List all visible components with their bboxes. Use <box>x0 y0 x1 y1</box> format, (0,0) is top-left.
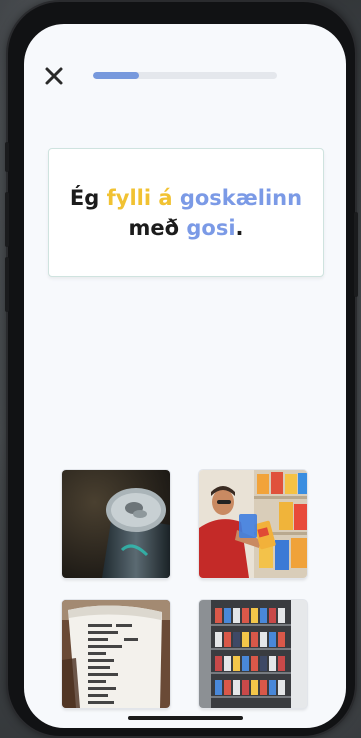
stocking-shelf-image <box>199 470 307 578</box>
lesson-progress-bar <box>93 72 277 79</box>
sentence-word <box>173 186 180 210</box>
sentence-word: með <box>128 215 187 240</box>
soda-can-image <box>62 470 170 578</box>
image-option-receipt[interactable] <box>62 600 170 708</box>
sentence-text: Ég fylli á goskælinn með gosi. <box>66 183 306 243</box>
sentence-word-highlight[interactable]: gosi <box>186 216 235 240</box>
phone-volume-down <box>5 257 9 312</box>
lesson-progress-fill <box>93 72 139 79</box>
image-option-stocking-shelf[interactable] <box>199 470 307 578</box>
sentence-word-highlight[interactable]: fylli á <box>107 186 173 210</box>
close-icon <box>45 67 63 85</box>
image-option-drinks-fridge[interactable] <box>199 600 307 708</box>
receipt-image <box>62 600 170 708</box>
image-option-soda-can[interactable] <box>62 470 170 578</box>
phone-power-button <box>354 212 358 297</box>
sentence-word: . <box>235 215 244 240</box>
drinks-fridge-image <box>199 600 307 708</box>
sentence-card: Ég fylli á goskælinn með gosi. <box>48 148 324 277</box>
close-button[interactable] <box>44 66 64 86</box>
sentence-word: Ég <box>69 185 107 210</box>
phone-side-button <box>5 142 9 172</box>
phone-volume-up <box>5 192 9 247</box>
home-indicator <box>128 716 243 720</box>
app-screen: Ég fylli á goskælinn með gosi. <box>24 24 346 728</box>
sentence-word-highlight[interactable]: goskælinn <box>180 186 302 210</box>
